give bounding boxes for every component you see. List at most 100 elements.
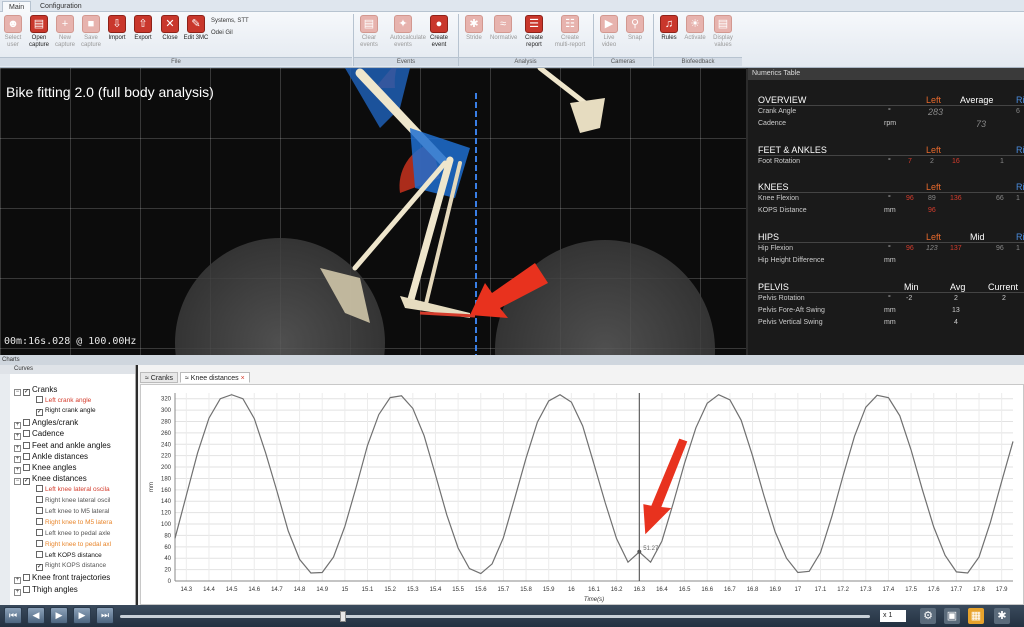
checkbox[interactable] [36, 507, 43, 515]
checkbox[interactable] [23, 452, 30, 460]
open-capture-button[interactable]: ▤ Open capture [26, 15, 52, 49]
checkbox[interactable] [36, 485, 43, 493]
curve-tree-item[interactable]: Right knee lateral oscil [36, 496, 110, 504]
close-icon[interactable]: × [239, 375, 245, 382]
cube-icon[interactable]: ▣ [944, 608, 960, 624]
expand-icon[interactable]: + [14, 433, 21, 441]
checkbox[interactable]: ✓ [23, 389, 30, 396]
timeline-scrubber[interactable] [120, 611, 870, 622]
curves-panel: Curves − ✓ Cranks Left crank angle ✓ Right cr… [0, 365, 136, 605]
hip-flexion-row: Hip Flexion ° 96 123 137 96 1 [758, 245, 1020, 252]
new-capture-button[interactable]: + New capture [52, 15, 78, 49]
skeleton-icon[interactable]: ✱ [994, 608, 1010, 624]
curve-tree-item[interactable]: − ✓ Knee distances [14, 474, 87, 486]
checkbox[interactable]: ✓ [23, 478, 30, 486]
tab-main[interactable]: Main [2, 1, 32, 12]
checkbox[interactable] [36, 551, 43, 559]
expand-icon[interactable]: + [14, 467, 21, 474]
clear-events-button[interactable]: ▤ Clear events [356, 15, 382, 49]
stride-button[interactable]: ✱ Stride [461, 15, 487, 42]
walk-icon: ✱ [465, 15, 483, 33]
checkbox[interactable] [36, 540, 43, 548]
x-tick-label: 14.8 [294, 587, 306, 593]
curve-tree-item[interactable]: Left crank angle [36, 396, 91, 404]
close-button[interactable]: ✕ Close [157, 15, 183, 42]
checkbox[interactable] [36, 396, 43, 404]
curve-tree-item[interactable]: + Thigh angles [14, 585, 78, 596]
expand-icon[interactable]: − [14, 478, 21, 486]
prev-frame-button[interactable]: ◀ [27, 607, 45, 624]
curve-tree-item[interactable]: + Knee angles [14, 463, 76, 474]
curve-tree-item[interactable]: Left KOPS distance [36, 551, 102, 559]
checkbox[interactable]: ✓ [36, 564, 43, 572]
expand-icon[interactable]: + [14, 455, 21, 463]
expand-icon[interactable]: + [14, 588, 21, 596]
edit-3mc-button[interactable]: ✎ Edit 3MC [183, 15, 209, 42]
save-capture-button[interactable]: ■ Save capture [78, 15, 104, 49]
y-tick-label: 300 [161, 408, 172, 414]
activate-button[interactable]: ☀ Activate [682, 15, 708, 42]
speed-select[interactable]: x 1 [880, 610, 906, 622]
plot-frame[interactable]: 0 20 40 60 80 100 120 140 160 180 200 220 240 260 280 3… [140, 384, 1024, 605]
checkbox[interactable] [23, 419, 30, 427]
curve-tree-item[interactable]: + Cadence [14, 429, 64, 441]
tab-configuration[interactable]: Configuration [34, 1, 88, 12]
live-video-button[interactable]: ▶ Live video [596, 15, 622, 49]
x-tick-label: 15.8 [520, 587, 532, 593]
scrubber-thumb[interactable] [340, 611, 346, 622]
curve-tree-item[interactable]: ✓ Right crank angle [36, 407, 96, 417]
curve-tree-item[interactable]: ✓ Right KOPS distance [36, 562, 107, 572]
x-tick-label: 14.3 [180, 587, 192, 593]
hips-section: HIPS Left Mid Ri Hip Flexion ° 96 123 13… [758, 231, 1024, 267]
export-button[interactable]: ⇧ Export [130, 15, 156, 42]
import-button[interactable]: ⇩ Import [104, 15, 130, 42]
checkbox[interactable] [23, 464, 30, 471]
rules-button[interactable]: ♫ Rules [656, 15, 682, 42]
settings-icon[interactable]: ⚙ [920, 608, 936, 624]
curve-tree-item[interactable]: + Angles/crank [14, 418, 78, 430]
checkbox[interactable] [36, 529, 43, 537]
curve-label: Right KOPS distance [45, 562, 107, 570]
expand-icon[interactable]: − [14, 389, 21, 396]
curve-label: Left knee to M5 lateral [45, 508, 110, 516]
curve-tree-item[interactable]: Right knee to pedal axl [36, 540, 111, 548]
curve-tree-item[interactable]: Right knee to M5 latera [36, 518, 112, 526]
curve-tree-item[interactable]: − ✓ Cranks [14, 385, 57, 396]
last-frame-button[interactable]: ⏭ [96, 607, 114, 624]
curve-tree-item[interactable]: Left knee to pedal axle [36, 529, 110, 537]
curve-tree-item[interactable]: Left knee lateral oscila [36, 485, 110, 493]
normative-button[interactable]: ≈ Normative [490, 15, 517, 42]
chart-tab-knee-distances[interactable]: ≈ Knee distances × [180, 372, 250, 383]
create-event-button[interactable]: ● Create event [426, 15, 452, 49]
checkbox[interactable] [36, 496, 43, 504]
checkbox[interactable] [23, 585, 30, 593]
knee-distance-plot[interactable]: 0 20 40 60 80 100 120 140 160 180 200 220 240 260 280 3… [141, 385, 1023, 604]
display-values-button[interactable]: ▤ Display values [708, 15, 738, 49]
expand-icon[interactable]: + [14, 577, 21, 585]
curve-tree-item[interactable]: Left knee to M5 lateral [36, 507, 109, 515]
hip-height-row: Hip Height Difference mm [758, 257, 896, 264]
select-user-button[interactable]: ☻ Select user [0, 15, 26, 49]
curve-tree-item[interactable]: + Ankle distances [14, 452, 88, 463]
grid-icon[interactable]: ▦ [968, 608, 984, 624]
curve-tree-item[interactable]: + Knee front trajectories [14, 573, 110, 585]
checkbox[interactable] [36, 518, 43, 526]
first-frame-button[interactable]: ⏮ [4, 607, 22, 624]
expand-icon[interactable]: + [14, 444, 21, 452]
curve-tree-item[interactable]: + Feet and ankle angles [14, 441, 111, 452]
checkbox[interactable] [23, 574, 30, 582]
next-frame-button[interactable]: ▶ [73, 607, 91, 624]
expand-icon[interactable]: + [14, 422, 21, 430]
create-report-button[interactable]: ☰ Create report [521, 15, 547, 49]
checkbox[interactable] [23, 430, 30, 438]
checkbox[interactable] [23, 441, 30, 449]
play-button[interactable]: ▶ [50, 607, 68, 624]
checkbox[interactable]: ✓ [36, 409, 43, 417]
chart-tab-cranks[interactable]: ≈ Cranks [140, 372, 178, 383]
y-tick-label: 0 [168, 579, 172, 585]
create-multi-report-button[interactable]: ☷ Create multi-report [554, 15, 586, 49]
autocalculate-events-button[interactable]: ✦ Autocalculate events [390, 15, 426, 49]
y-tick-label: 260 [161, 431, 172, 437]
3d-viewport[interactable]: Bike fitting 2.0 (full body analysis) 00… [0, 68, 746, 355]
snap-button[interactable]: ⚲ Snap [622, 15, 648, 42]
